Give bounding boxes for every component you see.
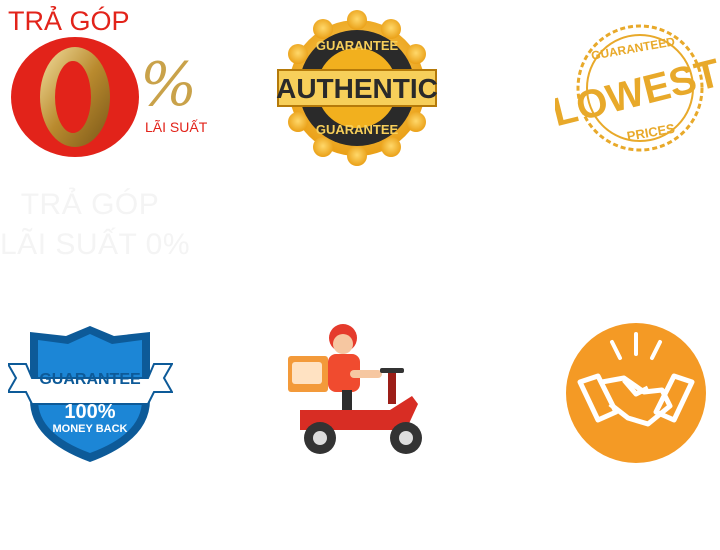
percent-sign: % bbox=[140, 50, 197, 120]
installment-caption-line1: TRẢ GÓP bbox=[20, 188, 160, 221]
zero-percent-graphic: TRẢ GÓP % LÃI SUẤT bbox=[8, 4, 208, 157]
lowest-prices-stamp: GUARANTEED LOWEST PRICES bbox=[555, 24, 720, 152]
authentic-top-arc: GUARANTEE bbox=[316, 38, 399, 53]
money-back-ribbon-text: GUARANTEE bbox=[39, 371, 141, 388]
lowest-main-text: LOWEST bbox=[555, 51, 720, 135]
installment-top-text: TRẢ GÓP bbox=[8, 4, 130, 36]
authentic-badge: GUARANTEE AUTHENTIC GUARANTEE bbox=[272, 10, 442, 170]
lowest-prices-badge: GUARANTEED LOWEST PRICES bbox=[555, 20, 720, 160]
installment-sub-text: LÃI SUẤT bbox=[145, 119, 208, 135]
money-back-sub-text: MONEY BACK bbox=[53, 423, 128, 435]
authentic-bottom-arc: GUARANTEE bbox=[316, 122, 399, 137]
authentic-main-text: AUTHENTIC bbox=[276, 73, 438, 104]
delivery-badge bbox=[280, 320, 440, 460]
installment-caption-line2: LÃI SUẤT 0% bbox=[0, 228, 191, 261]
handshake-icon bbox=[566, 323, 706, 463]
money-back-badge: GUARANTEE 100% MONEY BACK bbox=[8, 322, 173, 467]
installment-caption: TRẢ GÓP LÃI SUẤT 0% bbox=[0, 185, 191, 265]
authentic-seal: GUARANTEE AUTHENTIC GUARANTEE bbox=[276, 10, 438, 166]
money-back-big-text: 100% bbox=[64, 401, 115, 423]
money-back-shield: GUARANTEE 100% MONEY BACK bbox=[8, 326, 173, 462]
installment-badge: TRẢ GÓP % LÃI SUẤT bbox=[0, 0, 220, 170]
handshake-badge bbox=[566, 320, 706, 465]
delivery-scooter-icon bbox=[288, 324, 422, 454]
